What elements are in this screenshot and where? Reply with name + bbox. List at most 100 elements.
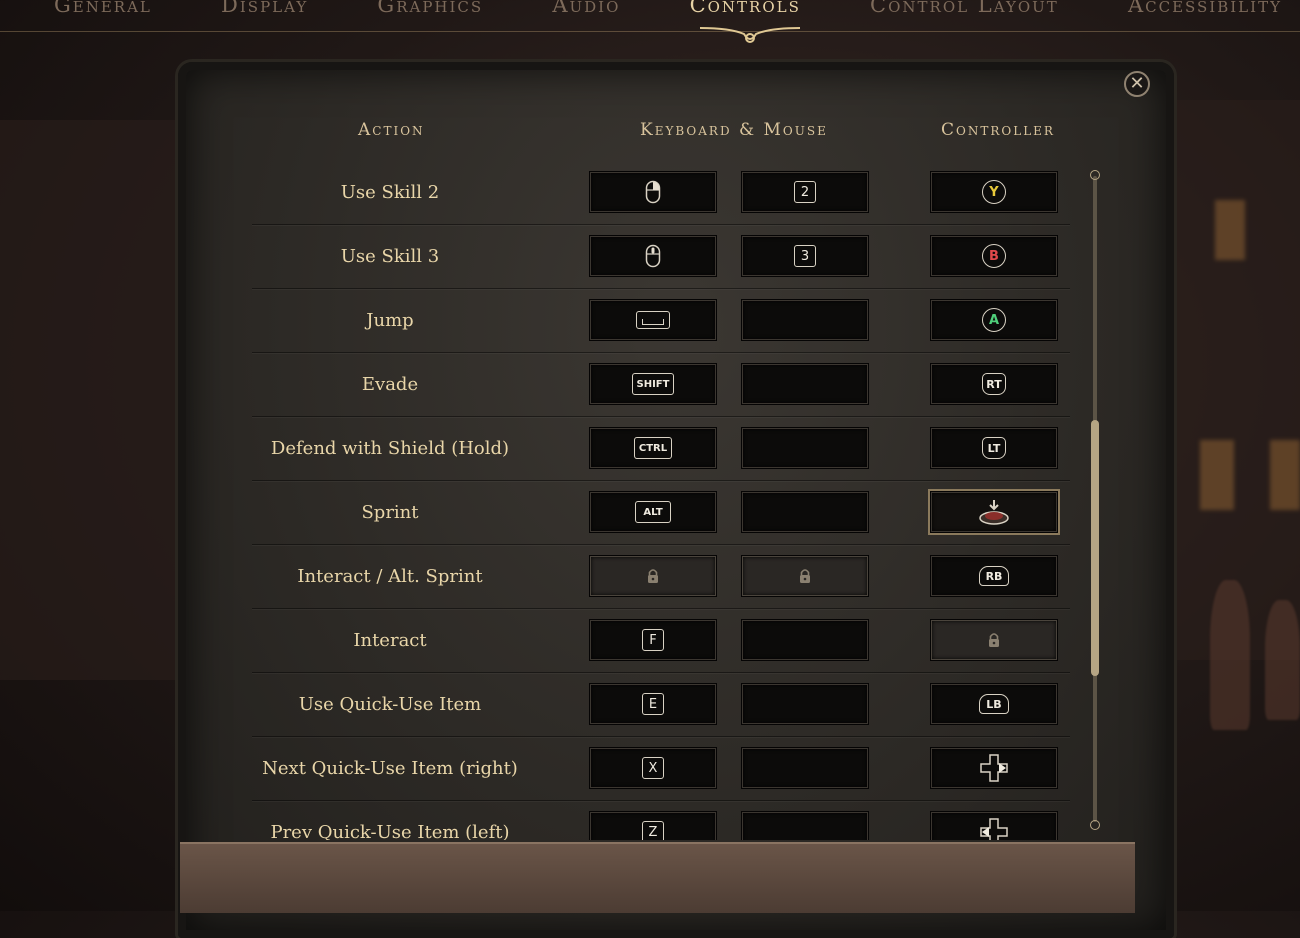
close-button[interactable]: ✕ xyxy=(1124,71,1150,97)
gamepad-face-button: B xyxy=(982,244,1006,268)
keyboard-primary-slot[interactable] xyxy=(590,300,716,340)
tab-display[interactable]: Display xyxy=(221,0,308,18)
action-label: Next Quick-Use Item (right) xyxy=(262,757,518,779)
scrollbar-thumb[interactable] xyxy=(1091,420,1099,676)
action-label: Interact / Alt. Sprint xyxy=(297,565,483,587)
key-glyph: CTRL xyxy=(633,437,673,459)
keyboard-secondary-slot[interactable]: 2 xyxy=(742,172,868,212)
binding-row: Interact F xyxy=(252,608,1070,673)
controller-binding-slot[interactable]: Y xyxy=(931,172,1057,212)
close-icon: ✕ xyxy=(1129,73,1145,94)
controller-binding-slot xyxy=(931,620,1057,660)
keyboard-secondary-slot xyxy=(742,556,868,596)
controller-binding-slot[interactable] xyxy=(931,812,1057,840)
key-glyph: SHIFT xyxy=(631,373,675,395)
tab-accessibility[interactable]: Accessibility xyxy=(1128,0,1282,18)
top-navigation: General Display Graphics Audio Controls … xyxy=(0,0,1300,32)
tab-control-layout[interactable]: Control Layout xyxy=(870,0,1059,18)
keyboard-secondary-slot[interactable] xyxy=(742,428,868,468)
key-glyph: X xyxy=(642,757,664,779)
mouse-middle-icon xyxy=(645,244,661,268)
binding-row: Evade SHIFT RT xyxy=(252,352,1070,417)
gamepad-face-button: A xyxy=(982,308,1006,332)
action-label: Prev Quick-Use Item (left) xyxy=(270,821,510,841)
controller-binding-slot[interactable]: LB xyxy=(931,684,1057,724)
mouse-right-icon xyxy=(645,180,661,204)
tab-general[interactable]: General xyxy=(54,0,152,18)
lock-icon xyxy=(798,568,812,584)
keyboard-secondary-slot[interactable] xyxy=(742,364,868,404)
keyboard-secondary-slot[interactable] xyxy=(742,748,868,788)
scrollbar-top-cap xyxy=(1090,170,1100,180)
spacebar-icon xyxy=(636,311,670,329)
keyboard-primary-slot[interactable]: SHIFT xyxy=(590,364,716,404)
dpad-right-icon xyxy=(979,753,1009,783)
action-label: Use Skill 2 xyxy=(340,181,440,203)
column-header-action: Action xyxy=(358,120,425,140)
controller-binding-slot[interactable]: RB xyxy=(931,556,1057,596)
gamepad-trigger: LT xyxy=(982,437,1006,459)
key-glyph: 3 xyxy=(794,245,816,267)
controller-binding-slot[interactable]: A xyxy=(931,300,1057,340)
tab-audio[interactable]: Audio xyxy=(552,0,620,18)
binding-row: Next Quick-Use Item (right) X xyxy=(252,736,1070,801)
key-glyph: Z xyxy=(642,821,664,840)
keyboard-primary-slot xyxy=(590,556,716,596)
gamepad-face-button: Y xyxy=(982,180,1006,204)
background-figure xyxy=(1210,580,1250,730)
keyboard-primary-slot[interactable]: CTRL xyxy=(590,428,716,468)
action-label: Sprint xyxy=(361,501,419,523)
binding-row: Sprint ALT xyxy=(252,480,1070,545)
keyboard-primary-slot[interactable]: X xyxy=(590,748,716,788)
controller-binding-slot[interactable] xyxy=(931,748,1057,788)
binding-row: Use Quick-Use Item E LB xyxy=(252,672,1070,737)
keyboard-primary-slot[interactable]: E xyxy=(590,684,716,724)
binding-row: Use Skill 3 3 B xyxy=(252,224,1070,289)
keyboard-primary-slot[interactable]: Z xyxy=(590,812,716,840)
column-header-controller: Controller xyxy=(941,120,1055,140)
binding-row: Prev Quick-Use Item (left) Z xyxy=(252,800,1070,840)
action-label: Interact xyxy=(353,629,427,651)
keyboard-primary-slot[interactable]: F xyxy=(590,620,716,660)
key-glyph: ALT xyxy=(635,501,671,523)
binding-row: Defend with Shield (Hold) CTRL LT xyxy=(252,416,1070,481)
action-label: Defend with Shield (Hold) xyxy=(270,437,510,459)
gamepad-bumper: RB xyxy=(979,566,1009,586)
action-label: Use Skill 3 xyxy=(340,245,440,267)
tab-graphics[interactable]: Graphics xyxy=(377,0,483,18)
bottom-bar xyxy=(180,842,1135,913)
background-window xyxy=(1270,440,1300,510)
background-building-left xyxy=(0,120,180,680)
background-window xyxy=(1200,440,1234,510)
keyboard-secondary-slot[interactable] xyxy=(742,812,868,840)
bindings-list: Use Skill 2 2 Y Use Skill 3 3 B Jump A E… xyxy=(252,160,1070,840)
controller-binding-slot[interactable]: B xyxy=(931,236,1057,276)
keyboard-primary-slot[interactable]: ALT xyxy=(590,492,716,532)
tab-controls[interactable]: Controls xyxy=(690,0,801,18)
background-building-right xyxy=(1160,100,1300,660)
gamepad-bumper: LB xyxy=(979,694,1009,714)
key-glyph: F xyxy=(642,629,664,651)
scrollbar-bottom-cap xyxy=(1090,820,1100,830)
action-label: Jump xyxy=(366,309,414,331)
controller-binding-slot[interactable]: LT xyxy=(931,428,1057,468)
keyboard-secondary-slot[interactable] xyxy=(742,492,868,532)
action-label: Evade xyxy=(361,373,419,395)
keyboard-secondary-slot[interactable] xyxy=(742,620,868,660)
gamepad-trigger: RT xyxy=(982,373,1006,395)
background-figure xyxy=(1265,600,1300,720)
left-stick-press-icon xyxy=(978,498,1010,526)
keyboard-secondary-slot[interactable] xyxy=(742,684,868,724)
background-window xyxy=(1215,200,1245,260)
binding-row: Interact / Alt. Sprint RB xyxy=(252,544,1070,609)
controller-binding-slot[interactable]: RT xyxy=(931,364,1057,404)
dpad-left-icon xyxy=(979,817,1009,840)
keyboard-primary-slot[interactable] xyxy=(590,172,716,212)
lock-icon xyxy=(987,632,1001,648)
key-glyph: 2 xyxy=(794,181,816,203)
lock-icon xyxy=(646,568,660,584)
controller-binding-slot[interactable] xyxy=(928,489,1060,535)
keyboard-secondary-slot[interactable] xyxy=(742,300,868,340)
keyboard-primary-slot[interactable] xyxy=(590,236,716,276)
keyboard-secondary-slot[interactable]: 3 xyxy=(742,236,868,276)
